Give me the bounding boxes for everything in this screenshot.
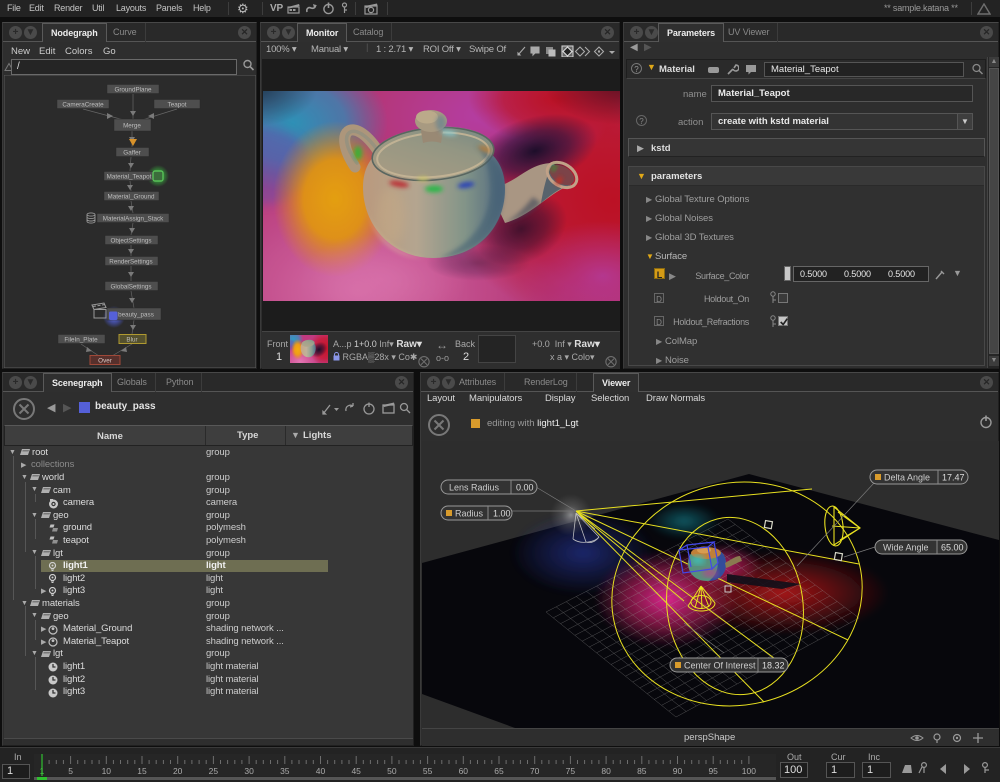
- svg-text:Wide Angle: Wide Angle: [883, 543, 929, 553]
- svg-text:100: 100: [742, 766, 756, 776]
- svg-text:Radius: Radius: [455, 509, 484, 519]
- svg-text:15: 15: [137, 766, 147, 776]
- svg-text:45: 45: [351, 766, 361, 776]
- svg-text:60: 60: [459, 766, 469, 776]
- svg-text:65.00: 65.00: [941, 543, 964, 553]
- svg-text:85: 85: [637, 766, 647, 776]
- svg-text:ObjectSettings: ObjectSettings: [111, 237, 152, 244]
- svg-text:Merge: Merge: [123, 123, 141, 130]
- svg-text:Gaffer: Gaffer: [123, 149, 140, 156]
- svg-text:40: 40: [316, 766, 326, 776]
- svg-text:65: 65: [494, 766, 504, 776]
- svg-text:30: 30: [244, 766, 254, 776]
- svg-text:18.32: 18.32: [762, 661, 785, 671]
- svg-text:1: 1: [40, 766, 45, 776]
- svg-text:20: 20: [173, 766, 183, 776]
- svg-text:beauty_pass: beauty_pass: [118, 312, 154, 319]
- svg-text:Over: Over: [98, 357, 112, 364]
- svg-text:0.00: 0.00: [516, 483, 534, 493]
- svg-text:95: 95: [708, 766, 718, 776]
- svg-text:70: 70: [530, 766, 540, 776]
- svg-text:Center Of Interest: Center Of Interest: [684, 661, 756, 671]
- svg-text:1.00: 1.00: [493, 509, 511, 519]
- svg-text:35: 35: [280, 766, 290, 776]
- svg-text:25: 25: [209, 766, 219, 776]
- svg-text:FileIn_Plate: FileIn_Plate: [64, 336, 98, 343]
- svg-text:Blur: Blur: [126, 336, 137, 343]
- svg-text:CameraCreate: CameraCreate: [62, 101, 104, 108]
- svg-text:5: 5: [68, 766, 73, 776]
- svg-text:80: 80: [601, 766, 611, 776]
- svg-text:75: 75: [566, 766, 576, 776]
- svg-text:10: 10: [102, 766, 112, 776]
- svg-text:50: 50: [387, 766, 397, 776]
- svg-text:55: 55: [423, 766, 433, 776]
- svg-text:Delta Angle: Delta Angle: [884, 473, 930, 483]
- svg-text:Material_Ground: Material_Ground: [108, 193, 155, 200]
- svg-text:Material_Teapot: Material_Teapot: [107, 173, 152, 180]
- svg-text:GroundPlane: GroundPlane: [114, 86, 152, 93]
- svg-text:MaterialAssign_Stack: MaterialAssign_Stack: [103, 215, 164, 222]
- svg-text:Teapot: Teapot: [168, 101, 187, 108]
- svg-text:Lens Radius: Lens Radius: [449, 483, 500, 493]
- svg-text:RenderSettings: RenderSettings: [109, 258, 152, 265]
- svg-text:90: 90: [673, 766, 683, 776]
- svg-text:GlobalSettings: GlobalSettings: [111, 283, 152, 290]
- svg-text:17.47: 17.47: [942, 473, 965, 483]
